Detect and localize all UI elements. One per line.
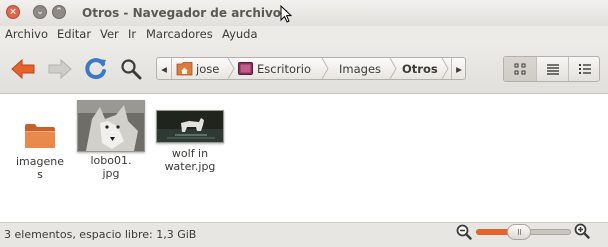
window-title: Otros - Navegador de archivos xyxy=(82,6,289,20)
menu-ir[interactable]: Ir xyxy=(128,27,136,41)
zoom-in-icon[interactable] xyxy=(574,223,590,239)
path-scroll-left-button[interactable]: ◂ xyxy=(157,58,172,79)
compact-view-icon xyxy=(579,64,591,74)
mouse-cursor-icon xyxy=(280,5,292,23)
compact-view-button[interactable] xyxy=(568,57,601,81)
crumb-images[interactable]: Images xyxy=(339,58,381,79)
icon-view-button[interactable] xyxy=(504,57,536,81)
search-button[interactable] xyxy=(117,55,145,83)
path-scroll-right-button[interactable]: ▸ xyxy=(451,58,466,79)
file-item-imagenes[interactable]: imagene s xyxy=(13,122,67,181)
grid-view-icon xyxy=(514,63,526,75)
maximize-window-button[interactable]: ⌃ xyxy=(52,5,66,19)
list-view-icon xyxy=(547,64,559,75)
folder-icon xyxy=(25,124,55,148)
menu-ayuda[interactable]: Ayuda xyxy=(222,27,258,41)
view-mode-group xyxy=(503,56,600,82)
crumb-label: Otros xyxy=(402,61,438,76)
image-thumbnail xyxy=(77,100,145,152)
reload-button[interactable] xyxy=(82,55,110,83)
close-window-button[interactable]: × xyxy=(6,5,20,19)
crumb-otros[interactable]: Otros xyxy=(402,58,438,79)
search-icon xyxy=(121,59,142,80)
crumb-escritorio[interactable]: Escritorio xyxy=(238,58,311,79)
back-button[interactable] xyxy=(9,55,37,83)
menu-archivo[interactable]: Archivo xyxy=(5,27,48,41)
zoom-slider-thumb[interactable] xyxy=(507,224,531,240)
file-label: wolf in water.jpg xyxy=(164,147,216,173)
desktop-folder-icon xyxy=(238,62,253,75)
crumb-separator xyxy=(227,58,235,79)
back-arrow-icon xyxy=(11,58,35,80)
status-text: 3 elementos, espacio libre: 1,3 GiB xyxy=(4,228,197,241)
home-folder-icon xyxy=(176,62,193,76)
close-icon: × xyxy=(9,6,17,17)
menu-ver[interactable]: Ver xyxy=(100,27,119,41)
file-label: imagene s xyxy=(15,155,64,181)
forward-button[interactable] xyxy=(46,55,74,83)
crumb-separator xyxy=(441,58,449,79)
path-bar: ◂ jose Escritorio Images Otros ▸ xyxy=(156,57,466,80)
file-label: lobo01. jpg xyxy=(90,154,132,180)
minimize-window-button[interactable]: ⌄ xyxy=(33,5,47,19)
menu-bar xyxy=(0,26,608,43)
crumb-label: jose xyxy=(196,61,220,76)
crumb-jose[interactable]: jose xyxy=(176,58,219,79)
file-item-lobo01[interactable]: lobo01. jpg xyxy=(76,100,146,180)
zoom-slider[interactable] xyxy=(476,224,571,240)
list-view-button[interactable] xyxy=(536,57,569,81)
image-thumbnail xyxy=(156,110,224,143)
reload-icon xyxy=(85,58,106,80)
chevron-right-icon: ▸ xyxy=(456,61,462,76)
crumb-separator xyxy=(389,58,397,79)
menu-editar[interactable]: Editar xyxy=(57,27,91,41)
menu-marcadores[interactable]: Marcadores xyxy=(146,27,213,41)
zoom-out-icon[interactable] xyxy=(456,224,472,240)
chevron-left-icon: ◂ xyxy=(161,61,167,76)
crumb-separator xyxy=(321,58,329,79)
maximize-icon: ⌃ xyxy=(55,6,63,17)
crumb-label: Escritorio xyxy=(257,61,312,76)
crumb-label: Images xyxy=(339,61,382,76)
file-item-wolf-in-water[interactable]: wolf in water.jpg xyxy=(154,110,226,173)
minimize-icon: ⌄ xyxy=(36,6,44,17)
forward-arrow-icon xyxy=(48,58,72,80)
